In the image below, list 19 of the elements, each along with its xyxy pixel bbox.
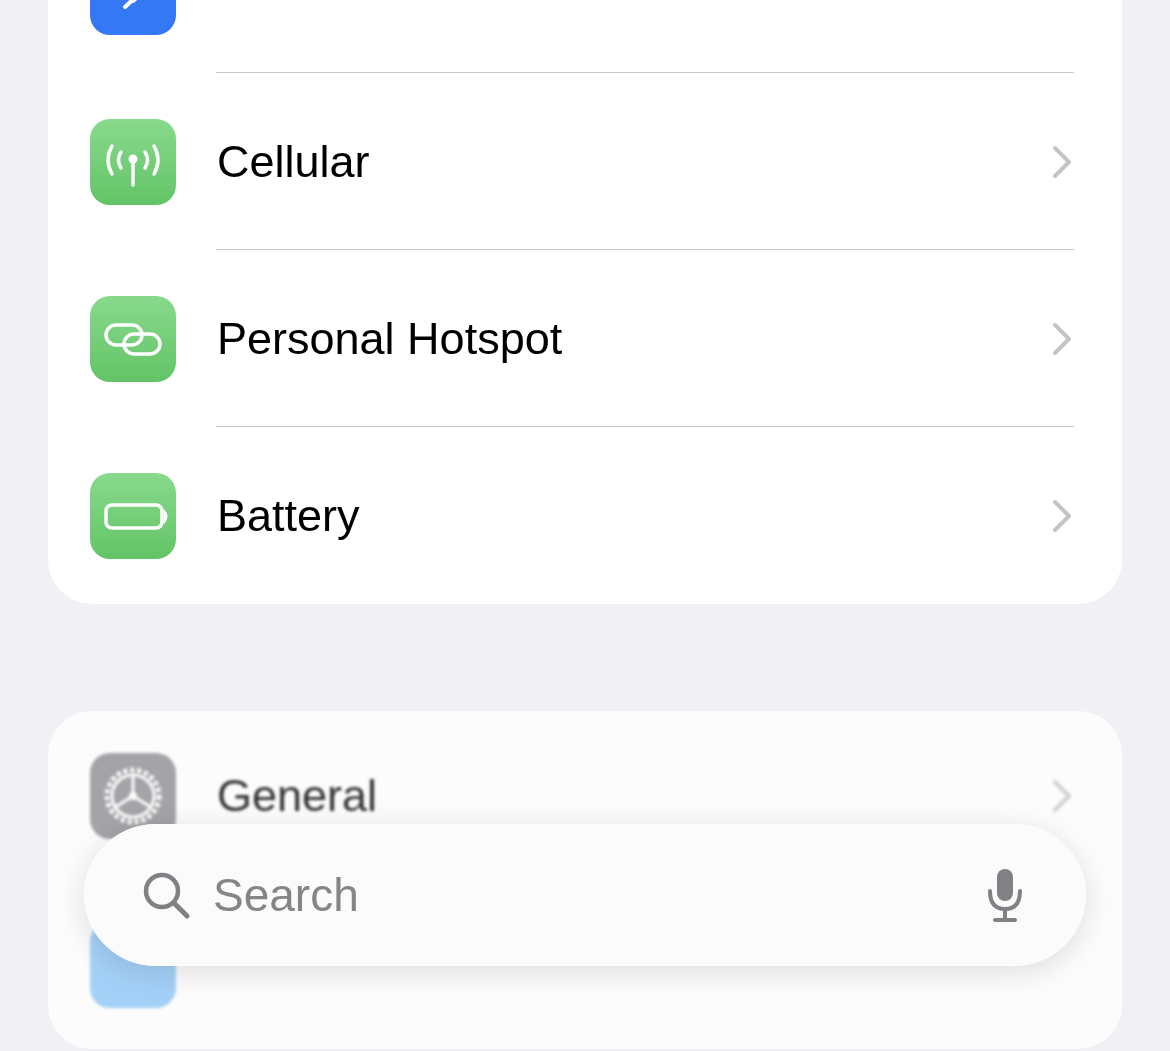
search-icon	[141, 870, 191, 920]
settings-row[interactable]: Battery	[48, 427, 1122, 604]
link-icon	[90, 295, 176, 382]
gear-icon	[90, 752, 176, 839]
chevron-icon	[1052, 778, 1072, 813]
settings-row[interactable]: Personal Hotspot	[48, 250, 1122, 427]
chevron-icon	[1052, 321, 1072, 356]
row-label: General	[217, 768, 378, 823]
search-input[interactable]: Search	[213, 860, 985, 930]
chevron-icon	[1052, 498, 1072, 533]
settings-row[interactable]: Cellular	[48, 73, 1122, 250]
battery-icon	[90, 472, 176, 559]
row-label: Battery	[217, 488, 360, 543]
antenna-icon	[90, 118, 176, 205]
row-label: Cellular	[217, 134, 370, 189]
row-label: Personal Hotspot	[217, 311, 563, 366]
search-field[interactable]: Search	[84, 824, 1086, 966]
chevron-icon	[1052, 144, 1072, 179]
microphone-icon[interactable]	[985, 867, 1025, 923]
